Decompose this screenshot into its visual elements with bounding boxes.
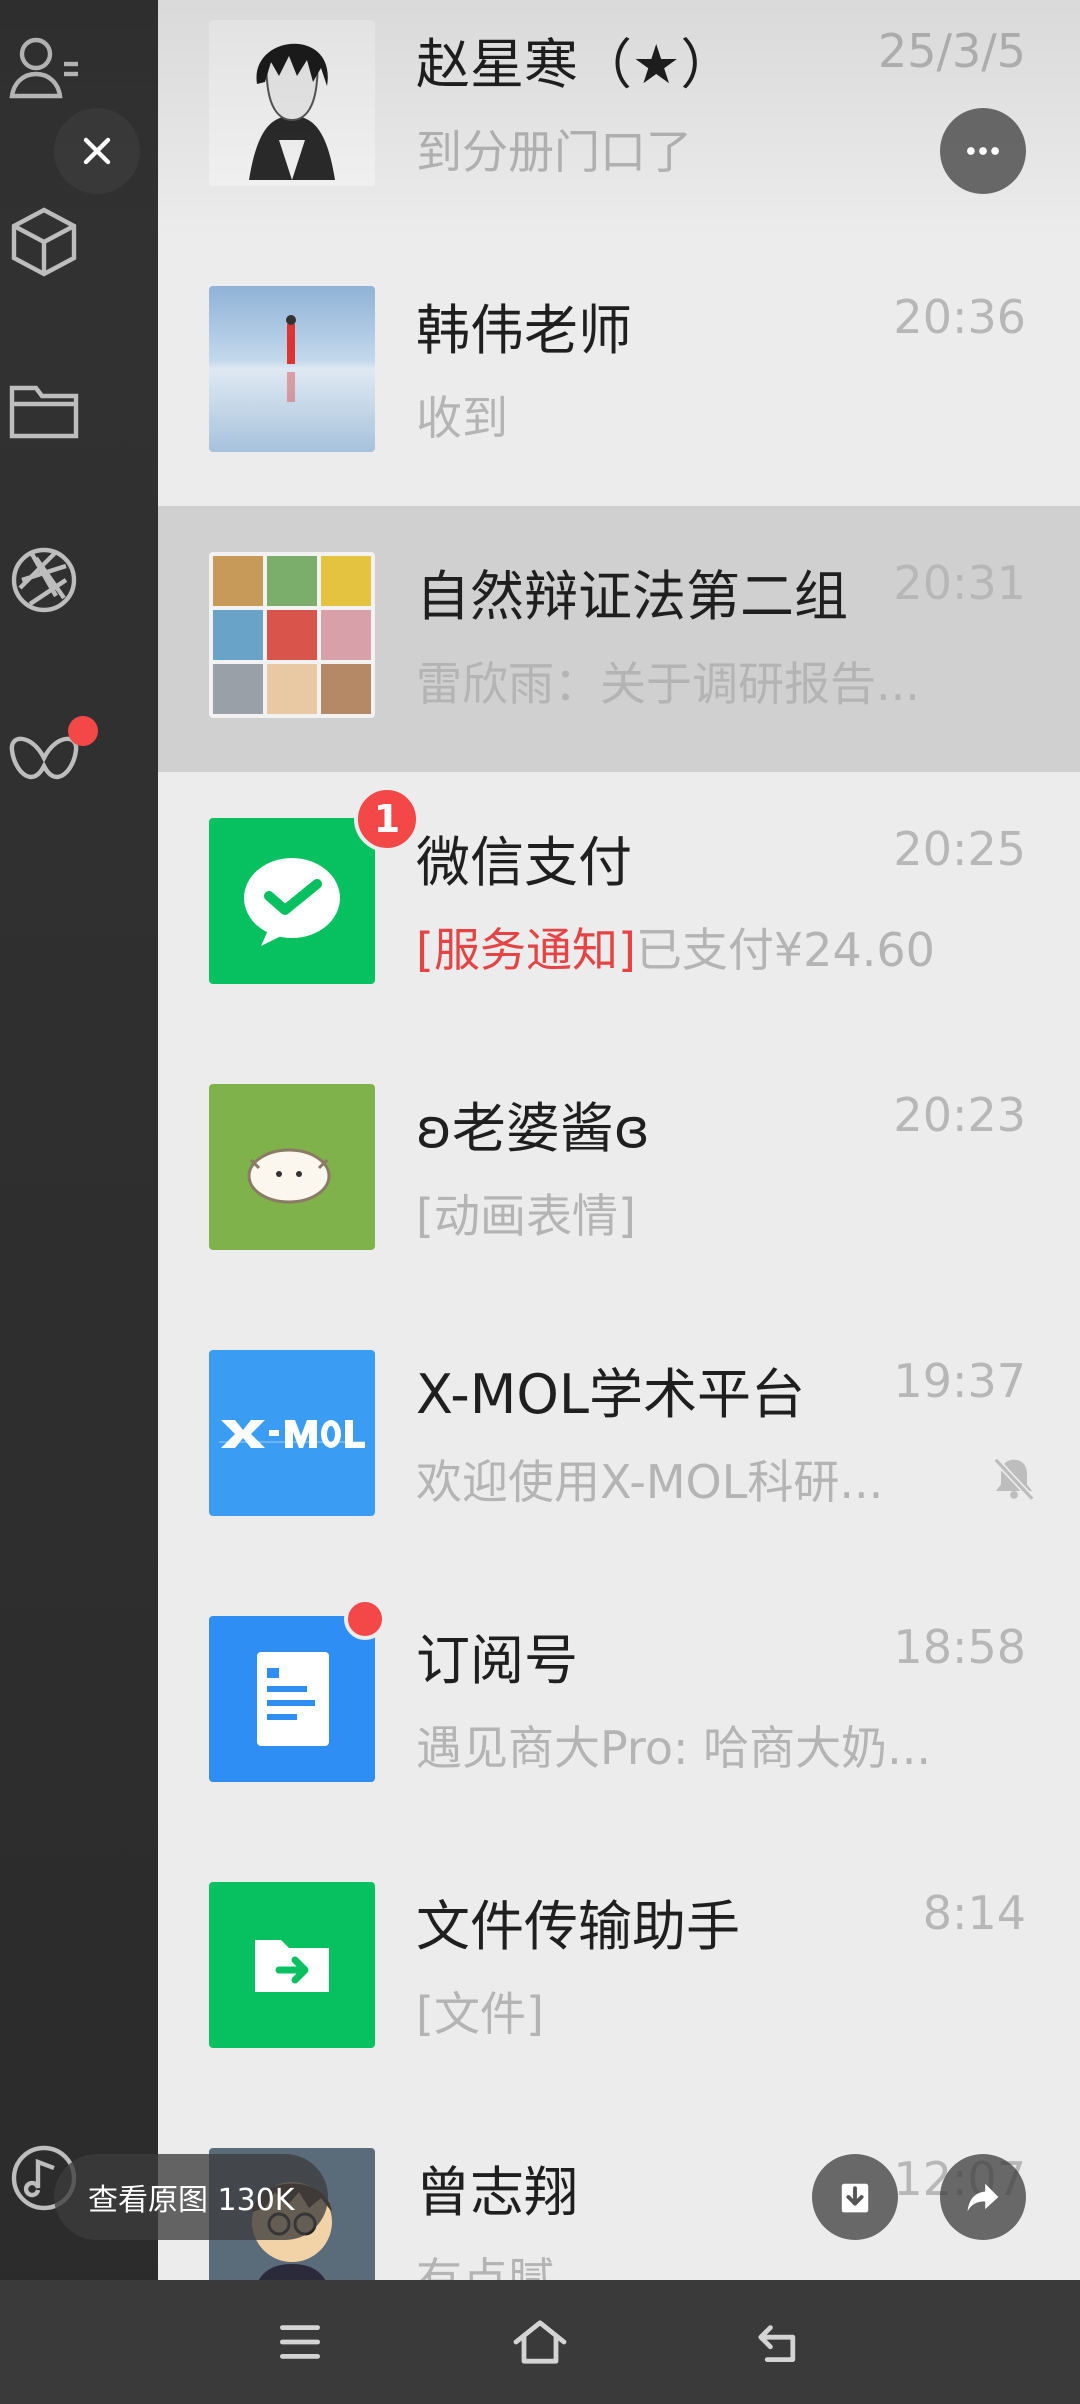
- chat-name: 微信支付: [416, 831, 632, 894]
- more-dots-icon: [967, 147, 999, 155]
- more-button[interactable]: [940, 108, 1026, 194]
- chat-time: 25/3/5: [877, 24, 1026, 78]
- chat-name: 订阅号: [416, 1629, 578, 1692]
- back-arrow-icon: [758, 2325, 796, 2362]
- home-icon: [513, 2320, 567, 2364]
- service-tag: [服务通知]: [416, 923, 636, 977]
- chat-preview: 欢迎使用X-MOL科研...: [416, 1455, 884, 1509]
- chat-name: 文件传输助手: [416, 1895, 740, 1958]
- menu-lines-icon: [280, 2325, 320, 2359]
- chat-item[interactable]: 自然辩证法第二组 20:31 雷欣雨：关于调研报告...: [158, 506, 1080, 772]
- chat-name: X-MOL学术平台: [416, 1363, 805, 1426]
- mute-bell-icon: [993, 1457, 1035, 1502]
- chat-time: 20:25: [893, 822, 1026, 876]
- view-original-button[interactable]: 查看原图 130K: [54, 2154, 329, 2240]
- aperture-icon[interactable]: [0, 536, 88, 624]
- chat-item[interactable]: 1 微信支付 20:25 [服务通知]已支付¥24.60: [158, 772, 1080, 1038]
- close-button[interactable]: [54, 108, 140, 194]
- chat-time: 20:36: [893, 290, 1026, 344]
- nav-back-button[interactable]: [748, 2310, 812, 2374]
- preview-text: 已支付¥24.60: [635, 923, 935, 977]
- share-arrow-icon: [967, 2183, 999, 2212]
- chat-name: ʚ老婆酱ɞ: [416, 1097, 650, 1160]
- chat-preview: 收到: [416, 391, 508, 445]
- xmol-logo-avatar: [209, 1350, 375, 1516]
- left-icon-strip: [0, 0, 158, 2404]
- chat-item[interactable]: 文件传输助手 8:14 [文件]: [158, 1836, 1080, 2102]
- chat-preview: 遇见商大Pro: 哈商大奶...: [416, 1721, 931, 1775]
- chat-item[interactable]: ʚ老婆酱ɞ 20:23 [动画表情]: [158, 1038, 1080, 1304]
- nav-menu-button[interactable]: [268, 2310, 332, 2374]
- chat-name: 赵星寒（★）: [416, 33, 735, 96]
- cube-icon[interactable]: [0, 198, 88, 286]
- folder-icon[interactable]: [0, 366, 88, 454]
- chat-item[interactable]: 韩伟老师 20:36 收到: [158, 240, 1080, 506]
- chat-item[interactable]: 订阅号 18:58 遇见商大Pro: 哈商大奶...: [158, 1570, 1080, 1836]
- chat-time: 20:23: [893, 1088, 1026, 1142]
- chat-preview: [服务通知]已支付¥24.60: [416, 914, 935, 980]
- file-transfer-avatar: [209, 1882, 375, 2048]
- chat-preview: 雷欣雨：关于调研报告...: [416, 657, 920, 711]
- chat-time: 18:58: [893, 1620, 1026, 1674]
- group-avatar: [209, 552, 375, 718]
- download-button[interactable]: [812, 2154, 898, 2240]
- avatar: [209, 1084, 375, 1250]
- avatar: [209, 286, 375, 452]
- download-icon: [841, 2183, 869, 2213]
- chat-name: 自然辩证法第二组: [416, 565, 848, 628]
- chat-name: 曾志翔: [416, 2161, 578, 2224]
- chat-time: 8:14: [922, 1886, 1026, 1940]
- notification-dot: [68, 716, 98, 746]
- subscriptions-avatar: [209, 1616, 375, 1782]
- unread-badge: 1: [354, 786, 420, 852]
- chat-time: 19:37: [893, 1354, 1026, 1408]
- unread-dot: [344, 1598, 386, 1640]
- share-button[interactable]: [940, 2154, 1026, 2240]
- screen: 赵星寒（★） 25/3/5 到分册门口了 韩伟老师 20:36 收到 自然辩证法…: [0, 0, 1080, 2404]
- chat-item[interactable]: 赵星寒（★） 25/3/5 到分册门口了: [158, 0, 1080, 240]
- avatar: [209, 20, 375, 186]
- chat-preview: [文件]: [416, 1987, 544, 2041]
- contacts-icon[interactable]: [0, 24, 88, 112]
- wechat-pay-avatar: [209, 818, 375, 984]
- chat-list: 赵星寒（★） 25/3/5 到分册门口了 韩伟老师 20:36 收到 自然辩证法…: [158, 0, 1080, 2404]
- chat-name: 韩伟老师: [416, 299, 632, 362]
- chat-preview: [动画表情]: [416, 1189, 636, 1243]
- nav-home-button[interactable]: [508, 2310, 572, 2374]
- chat-item[interactable]: X-MOL学术平台 19:37 欢迎使用X-MOL科研...: [158, 1304, 1080, 1570]
- chat-preview: 到分册门口了: [416, 125, 692, 179]
- close-icon: [83, 137, 111, 165]
- chat-time: 20:31: [893, 556, 1026, 610]
